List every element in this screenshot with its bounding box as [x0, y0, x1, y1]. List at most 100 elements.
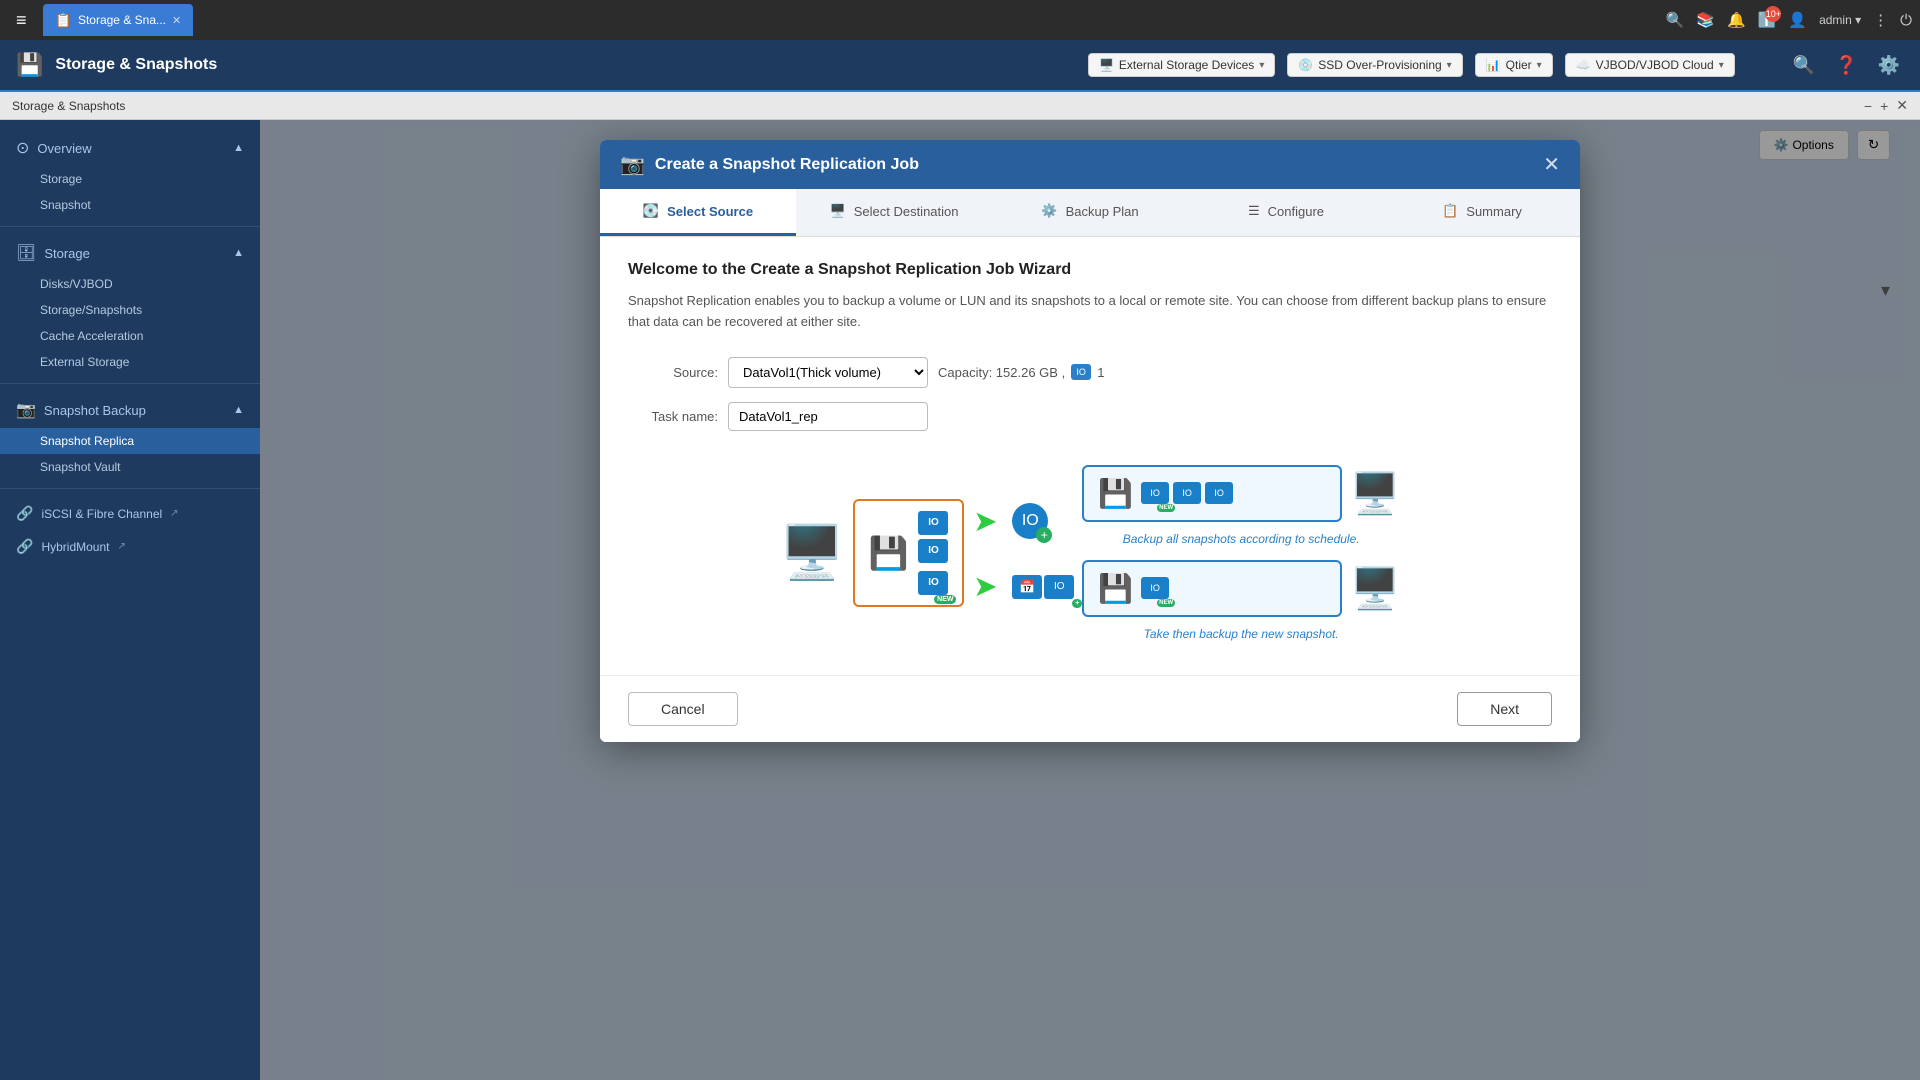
help-icon-button[interactable]: ❓	[1831, 51, 1861, 80]
taskname-input[interactable]	[728, 402, 928, 431]
title-bar-actions: 🔍 📚 🔔 ℹ️ 10+ 👤 admin ▾ ⋮ ⏻	[1666, 11, 1912, 29]
more-button[interactable]: ⋮	[1873, 11, 1888, 29]
tab-icon: 📋	[55, 12, 72, 29]
tab-label: Storage & Sna...	[78, 13, 166, 27]
external-link-icon-2: ↗	[117, 541, 125, 552]
dest-snap-icon-new-2: IO	[1141, 577, 1169, 599]
snapshot-count: 1	[1097, 365, 1104, 380]
taskname-form-row: Task name:	[628, 402, 1552, 431]
cal-icons-wrapper: 📅 IO +	[1012, 575, 1074, 599]
sidebar-item-storage[interactable]: Storage	[0, 166, 260, 192]
search-icon-button[interactable]: 🔍	[1789, 51, 1819, 80]
snap-icon-1: IO	[918, 511, 948, 535]
external-storage-button[interactable]: 🖥️ External Storage Devices ▾	[1088, 53, 1275, 77]
dest-disk-icon-2: 💾	[1098, 572, 1133, 605]
iscsi-icon: 🔗	[16, 505, 33, 522]
bottom-arrow-row: ➤ 📅 IO +	[964, 571, 1074, 602]
dest-snap-new-2: IO NEW	[1141, 577, 1169, 599]
minimize-button[interactable]: −	[1864, 97, 1872, 114]
main-layout: ⊙ Overview ▲ Storage Snapshot 🗄 Storage …	[0, 120, 1920, 1080]
dest-snap-icons-1: IO NEW IO IO	[1141, 482, 1233, 504]
sidebar-section-snapshot-backup[interactable]: 📷 Snapshot Backup ▲	[0, 392, 260, 428]
maximize-button[interactable]: +	[1880, 97, 1888, 114]
cal-new-badge: +	[1072, 599, 1082, 608]
snap-icon-2: IO	[918, 539, 948, 563]
source-select[interactable]: DataVol1(Thick volume)	[728, 357, 928, 388]
next-button[interactable]: Next	[1457, 692, 1552, 726]
ssd-icon: 💿	[1298, 58, 1313, 72]
diagram-area: 🖥️ 💾 IO IO IO NEW	[628, 445, 1552, 651]
backup-plan-icon: ⚙️	[1041, 203, 1057, 219]
stack-button[interactable]: 📚	[1696, 11, 1715, 29]
cancel-button[interactable]: Cancel	[628, 692, 738, 726]
wizard-step-select-source[interactable]: 💽 Select Source	[600, 189, 796, 236]
sidebar-item-snapshot[interactable]: Snapshot	[0, 192, 260, 218]
divider-3	[0, 488, 260, 489]
wizard-step-configure[interactable]: ☰ Configure	[1188, 189, 1384, 236]
settings-icon-button[interactable]: ⚙️	[1874, 51, 1904, 80]
snapshot-backup-chevron-icon: ▲	[233, 404, 244, 416]
dest-option-take-new[interactable]: 💾 IO NEW	[1082, 560, 1342, 617]
sidebar-section-overview[interactable]: ⊙ Overview ▲	[0, 130, 260, 166]
power-button[interactable]: ⏻	[1900, 12, 1912, 29]
sidebar-item-external[interactable]: External Storage	[0, 349, 260, 375]
sidebar-item-iscsi[interactable]: 🔗 iSCSI & Fibre Channel ↗	[0, 497, 260, 530]
tab-close-button[interactable]: ✕	[172, 14, 181, 27]
external-storage-icon: 🖥️	[1099, 58, 1114, 72]
external-link-icon: ↗	[170, 508, 178, 519]
sidebar-item-snapshot-replica[interactable]: Snapshot Replica	[0, 428, 260, 454]
hamburger-menu-button[interactable]: ≡	[8, 6, 35, 35]
sidebar-item-disks[interactable]: Disks/VJBOD	[0, 271, 260, 297]
destination-options: 💾 IO NEW IO IO	[1082, 465, 1400, 641]
dest-option-2-text: Take then backup the new snapshot.	[1082, 627, 1400, 641]
chevron-down-icon-3: ▾	[1537, 60, 1542, 71]
create-plus-badge: +	[1036, 527, 1052, 543]
ssd-button[interactable]: 💿 SSD Over-Provisioning ▾	[1287, 53, 1462, 77]
dest-disk-icon-1: 💾	[1098, 477, 1133, 510]
title-bar: ≡ 📋 Storage & Sna... ✕ 🔍 📚 🔔 ℹ️ 10+ 👤 ad…	[0, 0, 1920, 40]
arrow-right-2: ➤	[974, 571, 996, 602]
select-source-icon: 💽	[643, 203, 659, 219]
capacity-info: Capacity: 152.26 GB , IO 1	[938, 364, 1104, 380]
top-arrow-row: ➤ IO +	[964, 503, 1074, 539]
vjbod-button[interactable]: ☁️ VJBOD/VJBOD Cloud ▾	[1565, 53, 1735, 77]
wizard-step-select-destination[interactable]: 🖥️ Select Destination	[796, 189, 992, 236]
badge-count: 10+	[1765, 6, 1781, 22]
configure-label: Configure	[1268, 204, 1324, 219]
arrow-right-1: ➤	[974, 506, 996, 537]
modal-header: 📷 Create a Snapshot Replication Job ✕	[600, 140, 1580, 189]
admin-label: admin ▾	[1819, 13, 1861, 27]
content-area: ⚙️ Options ↻ ▾ 📷 Create a Snapshot Repli…	[260, 120, 1920, 1080]
user-button[interactable]: 👤	[1788, 11, 1807, 29]
qtier-label: Qtier	[1506, 58, 1532, 72]
select-source-label: Select Source	[667, 204, 753, 219]
wizard-step-summary[interactable]: 📋 Summary	[1384, 189, 1580, 236]
dest-snap-new-1: IO NEW	[1141, 482, 1169, 504]
modal-close-button[interactable]: ✕	[1543, 152, 1560, 177]
wizard-step-backup-plan[interactable]: ⚙️ Backup Plan	[992, 189, 1188, 236]
summary-icon: 📋	[1442, 203, 1458, 219]
modal-dialog: 📷 Create a Snapshot Replication Job ✕ 💽 …	[600, 140, 1580, 742]
storage-icon: 🗄	[16, 243, 36, 263]
divider-1	[0, 226, 260, 227]
dest-new-badge-2: NEW	[1157, 599, 1175, 607]
bell-button[interactable]: 🔔	[1727, 11, 1746, 29]
sidebar-item-cache[interactable]: Cache Acceleration	[0, 323, 260, 349]
app-tab[interactable]: 📋 Storage & Sna... ✕	[43, 4, 194, 36]
source-box: 💾 IO IO IO NEW	[853, 499, 965, 607]
dest-remote-server-1: 🖥️	[1350, 470, 1400, 517]
sidebar-item-storage-snapshots[interactable]: Storage/Snapshots	[0, 297, 260, 323]
sidebar-section-storage[interactable]: 🗄 Storage ▲	[0, 235, 260, 271]
dest-option-backup-all[interactable]: 💾 IO NEW IO IO	[1082, 465, 1342, 522]
modal-title: Create a Snapshot Replication Job	[655, 156, 919, 174]
sidebar-item-hybridmount[interactable]: 🔗 HybridMount ↗	[0, 530, 260, 563]
source-server-group: 🖥️	[780, 522, 845, 583]
capacity-text: Capacity: 152.26 GB ,	[938, 365, 1065, 380]
select-destination-label: Select Destination	[854, 204, 959, 219]
qtier-button[interactable]: 📊 Qtier ▾	[1475, 53, 1553, 77]
sidebar-item-snapshot-vault[interactable]: Snapshot Vault	[0, 454, 260, 480]
calendar-icon: 📅	[1012, 575, 1042, 599]
arrows-and-dests: ➤ IO + ➤ 📅	[964, 503, 1074, 602]
search-button[interactable]: 🔍	[1666, 11, 1685, 29]
close-button[interactable]: ✕	[1896, 97, 1908, 114]
